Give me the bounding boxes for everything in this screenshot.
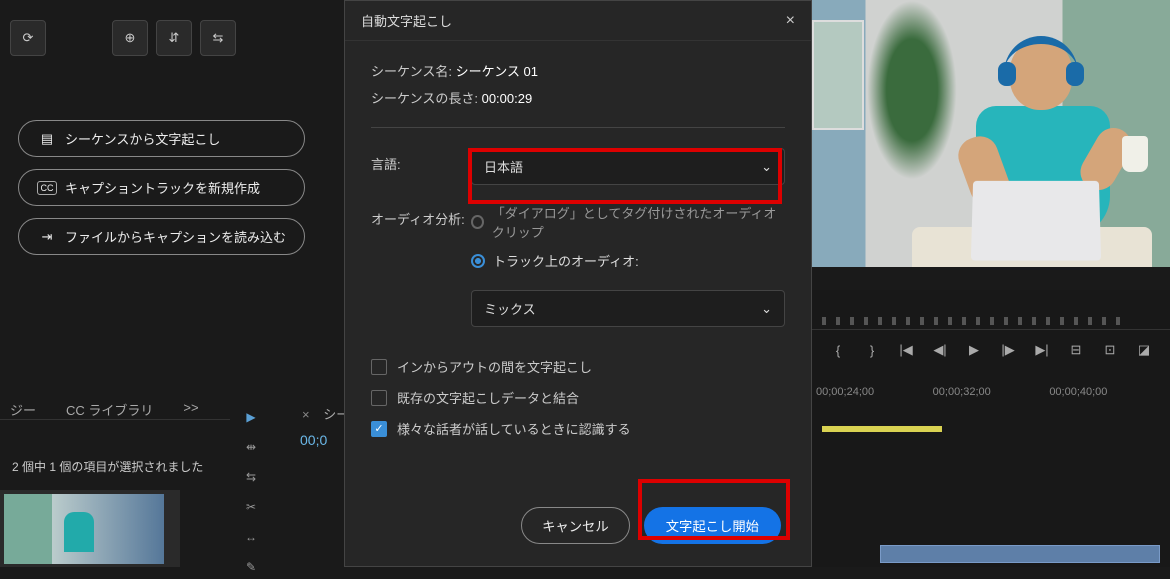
checkbox-icon: ✓ (371, 421, 387, 437)
close-icon[interactable]: × (786, 12, 795, 30)
timecode-mark: 00;00;24;00 (816, 386, 874, 398)
track-select-tool[interactable]: ⇹ (238, 435, 264, 459)
track-value: ミックス (484, 299, 536, 318)
checkbox-in-out[interactable]: インからアウトの間を文字起こし (371, 357, 785, 376)
audio-analysis-label: オーディオ分析: (371, 203, 471, 228)
cc-icon: CC (37, 181, 57, 195)
highlight-annotation (638, 479, 790, 540)
tab-cc-library[interactable]: CC ライブラリ (66, 400, 153, 419)
selection-status: 2 個中 1 個の項目が選択されました (12, 458, 203, 475)
create-caption-track-button[interactable]: CC キャプショントラックを新規作成 (18, 169, 305, 206)
go-to-out-button[interactable]: ▶| (1032, 342, 1052, 358)
checkbox-icon (371, 359, 387, 375)
transcribe-from-sequence-button[interactable]: ▤ シーケンスから文字起こし (18, 120, 305, 157)
clip-thumbnail[interactable] (4, 494, 164, 564)
export-frame-button[interactable]: ◪ (1134, 342, 1154, 358)
step-forward-button[interactable]: |▶ (998, 342, 1018, 358)
timecode-mark: 00;00;32;00 (933, 386, 991, 398)
radio-label: 「ダイアログ」としてタグ付けされたオーディオクリップ (492, 203, 785, 241)
selection-tool[interactable]: ▶ (238, 405, 264, 429)
radio-dialog-tagged[interactable]: 「ダイアログ」としてタグ付けされたオーディオクリップ (471, 203, 785, 241)
mark-out-button[interactable]: } (862, 342, 882, 358)
go-to-in-button[interactable]: |◀ (896, 342, 916, 358)
button-label: シーケンスから文字起こし (65, 129, 220, 148)
import-icon: ⇥ (37, 230, 57, 244)
language-label: 言語: (371, 148, 471, 173)
radio-label: トラック上のオーディオ: (493, 251, 639, 270)
checkbox-label: 様々な話者が話しているときに認識する (397, 419, 631, 438)
lift-button[interactable]: ⊟ (1066, 342, 1086, 358)
ripple-tool[interactable]: ⇆ (238, 465, 264, 489)
left-panel-tabs: ジー CC ライブラリ >> (0, 400, 230, 420)
time-ruler[interactable]: 00;00;24;00 00;00;32;00 00;00;40;00 (812, 370, 1170, 402)
chevron-down-icon: ⌄ (761, 301, 772, 317)
checkbox-label: 既存の文字起こしデータと結合 (397, 388, 579, 407)
sequence-name-value: シーケンス 01 (456, 64, 538, 79)
work-area-bar[interactable] (822, 426, 942, 432)
sequence-name-label: シーケンス名: (371, 64, 452, 79)
project-thumbnail-panel (0, 490, 180, 567)
button-label: キャプショントラックを新規作成 (65, 178, 260, 197)
extract-button[interactable]: ⊡ (1100, 342, 1120, 358)
step-back-button[interactable]: ◀| (930, 342, 950, 358)
timeline-panel: { } |◀ ◀| ▶ |▶ ▶| ⊟ ⊡ ◪ 00;00;24;00 00;0… (812, 290, 1170, 567)
checkbox-speaker-detection[interactable]: ✓ 様々な話者が話しているときに認識する (371, 419, 785, 438)
timecode-display[interactable]: 00;0 (300, 432, 327, 448)
tab-ji[interactable]: ジー (10, 400, 36, 419)
tab-close-icon[interactable]: × (302, 407, 310, 422)
checkbox-icon (371, 390, 387, 406)
transcript-icon: ▤ (37, 132, 57, 146)
radio-icon (471, 254, 485, 268)
highlight-annotation (468, 148, 782, 204)
import-caption-file-button[interactable]: ⇥ ファイルからキャプションを読み込む (18, 218, 305, 255)
tab-overflow[interactable]: >> (183, 400, 198, 419)
dialog-title: 自動文字起こし (361, 11, 452, 30)
collapse-button[interactable]: ⇆ (200, 20, 236, 56)
pen-tool[interactable]: ✎ (238, 555, 264, 579)
slip-tool[interactable]: ↔ (238, 525, 264, 549)
mark-in-button[interactable]: { (828, 342, 848, 358)
button-label: ファイルからキャプションを読み込む (65, 227, 286, 246)
play-button[interactable]: ▶ (964, 342, 984, 358)
refresh-button[interactable]: ⟳ (10, 20, 46, 56)
cancel-button[interactable]: キャンセル (521, 507, 630, 544)
program-monitor (812, 0, 1170, 267)
radio-track-audio[interactable]: トラック上のオーディオ: (471, 251, 785, 270)
sequence-length-label: シーケンスの長さ: (371, 91, 478, 106)
timeline-clip[interactable] (880, 545, 1160, 563)
timecode-mark: 00;00;40;00 (1049, 386, 1107, 398)
zoom-ruler[interactable] (812, 290, 1170, 330)
checkbox-merge-existing[interactable]: 既存の文字起こしデータと結合 (371, 388, 785, 407)
expand-button[interactable]: ⇵ (156, 20, 192, 56)
sequence-length-value: 00:00:29 (482, 91, 533, 106)
track-select[interactable]: ミックス ⌄ (471, 290, 785, 327)
radio-icon (471, 215, 484, 229)
add-button[interactable]: ⊕ (112, 20, 148, 56)
razor-tool[interactable]: ✂ (238, 495, 264, 519)
checkbox-label: インからアウトの間を文字起こし (397, 357, 592, 376)
